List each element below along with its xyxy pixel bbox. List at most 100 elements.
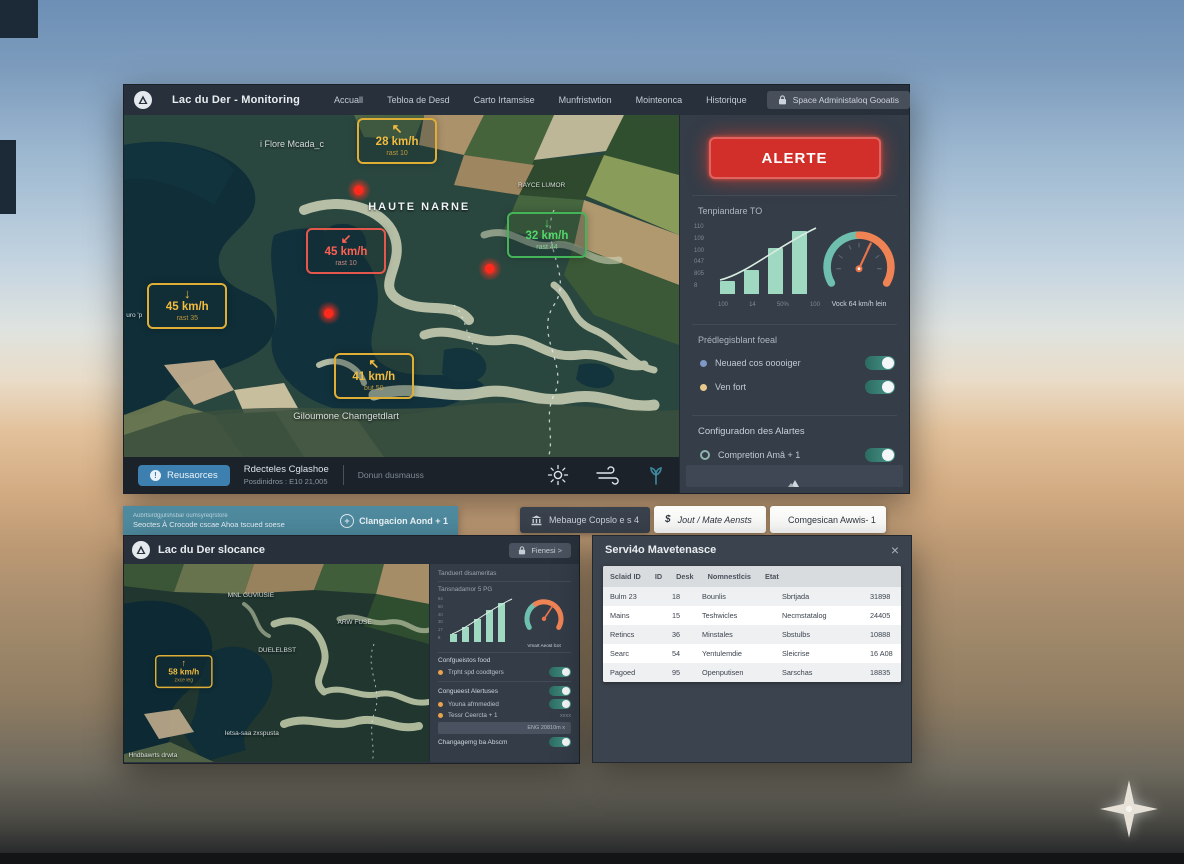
cell-solid-id: Mains bbox=[603, 611, 665, 620]
wind-speed-badge[interactable]: ↖ 28 km/h rast 10 bbox=[357, 118, 437, 164]
interactive-map[interactable]: i Flore Mcada_cHAUTE NARNERAYCE LUMORGil… bbox=[124, 115, 679, 457]
nav-item[interactable]: Carto Irtamsise bbox=[474, 95, 535, 105]
wind-speed-value: 45 km/h bbox=[317, 246, 375, 259]
maintenance-title: Servi4o Mavetenasce bbox=[605, 544, 716, 556]
surveillance-map[interactable]: MNL GUVIUSIEARW FUSEDUELELBSTIetsa-saa z… bbox=[124, 564, 429, 762]
close-icon[interactable]: × bbox=[891, 544, 899, 556]
toggle-label: Ven fort bbox=[715, 382, 857, 392]
nav-item[interactable]: Accuall bbox=[334, 95, 363, 105]
status-dot-icon bbox=[438, 670, 443, 675]
wind-speed-badge[interactable]: ↑ 58 km/h zxce leg bbox=[155, 655, 213, 688]
panel2-row3: Tessr Ceercta + 1 xxxx bbox=[438, 712, 571, 719]
table-row[interactable]: Searc 54 Yentulemdie Sleicrise 16 A08 bbox=[603, 644, 901, 663]
side-panel: ALERTE Tenpiandare TO 1101091000478058 1… bbox=[679, 115, 909, 493]
resources-button[interactable]: ! Reusaorces bbox=[138, 465, 230, 486]
toggle-switch[interactable] bbox=[549, 686, 571, 696]
banner-text: Aubrtsirdgjulshsbar oumsyreqrstore Seoct… bbox=[133, 513, 285, 529]
gauge-dial bbox=[817, 225, 901, 299]
banner-line2: Seoctes À Crocode cscae Ahoa tscued soes… bbox=[133, 520, 285, 529]
banner-action-button[interactable]: + Clangacion Aond + 1 bbox=[340, 514, 448, 528]
table-row[interactable]: Retincs 36 Minstales Sbstulbs 10888 bbox=[603, 625, 901, 644]
sun-icon[interactable] bbox=[547, 464, 569, 486]
toggle-switch[interactable] bbox=[865, 356, 895, 370]
temperature-block: 1101091000478058 1001450%100 bbox=[680, 222, 909, 308]
mini-chart-row: 64504030178 Vmart Aeost lcot bbox=[438, 595, 571, 648]
wind-direction-arrow-icon: ↙ bbox=[317, 232, 375, 246]
bank-icon bbox=[531, 515, 542, 526]
add-alerts-button[interactable]: $ Jout / Mate Aensts bbox=[654, 506, 766, 533]
win2-admin-button[interactable]: Fienesi > bbox=[509, 543, 571, 558]
toggle-switch[interactable] bbox=[549, 699, 571, 709]
axis-tick: 14 bbox=[749, 302, 756, 308]
wind-speed-sub: rast 10 bbox=[317, 259, 375, 268]
table-header-cell: Sclaid ID bbox=[603, 572, 648, 581]
wind-direction-arrow-icon: ↑ bbox=[162, 658, 204, 668]
axis-tick: 100 bbox=[694, 248, 704, 255]
row1-label: Trpht spd coodtgers bbox=[448, 669, 544, 676]
cell-id: 95 bbox=[665, 668, 695, 677]
nav-menu: Accuall Tebloa de Desd Carto Irtamsise Munf… bbox=[334, 95, 747, 105]
wind-icon[interactable] bbox=[595, 465, 621, 485]
panel2-top-label: Tanduert disameritas bbox=[438, 570, 571, 577]
background-patch bbox=[0, 140, 16, 214]
comparison-label: Comgesican Awwis- 1 bbox=[788, 515, 876, 525]
plant-icon[interactable] bbox=[647, 465, 665, 485]
wind-speed-sub: rast 35 bbox=[158, 314, 216, 323]
panel-footer-strip[interactable] bbox=[686, 465, 903, 487]
win2-header: Lac du Der slocance Fienesi > bbox=[124, 536, 579, 564]
toggle-label: Neuaed cos ooooiger bbox=[715, 358, 857, 368]
gauge-dial bbox=[518, 595, 570, 641]
wind-speed-badge[interactable]: ↓ 45 km/h rast 35 bbox=[147, 283, 227, 329]
add-alerts-label: Jout / Mate Aensts bbox=[678, 515, 752, 525]
gauge-caption: Vmart Aeost lcot bbox=[527, 643, 560, 648]
cell-id: 15 bbox=[665, 611, 695, 620]
prediction-toggle-row: Neuaed cos ooooiger bbox=[680, 351, 909, 375]
notification-banner[interactable]: Aubrtsirdgjulshsbar oumsyreqrstore Seoct… bbox=[123, 506, 458, 535]
axis-tick: 109 bbox=[694, 236, 704, 243]
toggle-switch[interactable] bbox=[865, 380, 895, 394]
cell-nom: Sleicrise bbox=[775, 649, 863, 658]
wind-speed-badge[interactable]: ↙ 45 km/h rast 10 bbox=[306, 228, 386, 274]
cell-nom: Sbrtjada bbox=[775, 592, 863, 601]
cell-id: 54 bbox=[665, 649, 695, 658]
nav-item[interactable]: Mointeonca bbox=[636, 95, 683, 105]
nav-item[interactable]: Historique bbox=[706, 95, 747, 105]
table-header-cell: Nomnestlcis bbox=[701, 572, 758, 581]
wind-speed-sub: zxce leg bbox=[162, 677, 204, 683]
map-status-bar: ! Reusaorces Rdecteles Cglashoe Posdinid… bbox=[124, 457, 679, 493]
table-body: Bulm 23 18 Bounlis Sbrtjada 31898 Mains … bbox=[603, 587, 901, 682]
mini-peak-icon bbox=[787, 479, 803, 487]
panel2-strip-button[interactable]: ENG 20810m x bbox=[438, 722, 571, 734]
toggle-switch[interactable] bbox=[865, 448, 895, 462]
message-console-label: Mebauge Copslo e s 4 bbox=[549, 515, 639, 525]
x-axis-ticks: 1001450%100 bbox=[716, 302, 820, 308]
panel2-row1: Trpht spd coodtgers bbox=[438, 667, 571, 677]
divider bbox=[692, 324, 897, 325]
win2-title: Lac du Der slocance bbox=[158, 544, 265, 556]
table-row[interactable]: Pagoed 95 Openputisen Sarschas 18835 bbox=[603, 663, 901, 682]
temperature-chart-title: Tenpiandare TO bbox=[698, 206, 909, 216]
divider bbox=[692, 195, 897, 196]
comparison-button[interactable]: Comgesican Awwis- 1 bbox=[770, 506, 886, 533]
table-row[interactable]: Mains 15 Teshwicles Necmstatalog 24405 bbox=[603, 606, 901, 625]
toggle-switch[interactable] bbox=[549, 667, 571, 677]
message-console-button[interactable]: Mebauge Copslo e s 4 bbox=[520, 507, 650, 533]
axis-tick: 64 bbox=[438, 596, 443, 601]
axis-tick: 805 bbox=[694, 271, 704, 278]
wind-speed-sub: but 50 bbox=[345, 384, 403, 393]
table-header-row: Sclaid IDIDDeskNomnestlcisEtat bbox=[603, 566, 901, 587]
table-row[interactable]: Bulm 23 18 Bounlis Sbrtjada 31898 bbox=[603, 587, 901, 606]
alert-button[interactable]: ALERTE bbox=[709, 137, 881, 179]
axis-tick: 047 bbox=[694, 259, 704, 266]
toggle-switch[interactable] bbox=[549, 737, 571, 747]
desktop-background: Lac du Der - Monitoring AccuallTebloa de… bbox=[0, 0, 1184, 864]
ring-icon bbox=[700, 450, 710, 460]
main-dashboard-window: Lac du Der - Monitoring AccuallTebloa de… bbox=[123, 84, 910, 494]
trend-curve bbox=[716, 224, 820, 294]
admin-space-button[interactable]: Space Administaloq Gooatis bbox=[767, 91, 910, 109]
wind-speed-badge[interactable]: ↖ 41 km/h but 50 bbox=[334, 353, 414, 399]
wind-speed-badge[interactable]: ↓ 32 km/h rast 44 bbox=[507, 212, 587, 258]
nav-item[interactable]: Tebloa de Desd bbox=[387, 95, 450, 105]
nav-item[interactable]: Munfristwtion bbox=[559, 95, 612, 105]
status-dot-icon bbox=[438, 702, 443, 707]
